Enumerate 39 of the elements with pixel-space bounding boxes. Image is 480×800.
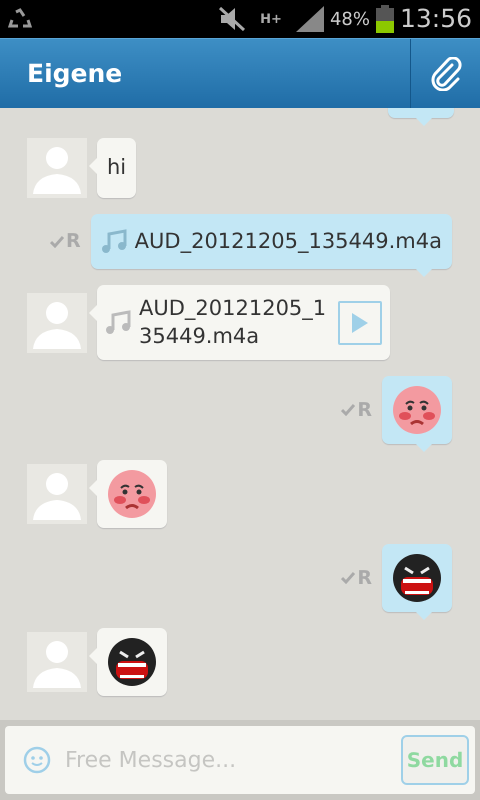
recycle-icon bbox=[8, 8, 32, 30]
message-bubble[interactable]: AUD_20121205_135449.m4a bbox=[90, 214, 452, 270]
angry-face-icon bbox=[391, 552, 443, 604]
check-icon bbox=[50, 236, 64, 248]
bubble-tail bbox=[416, 444, 432, 452]
battery-percent: 48% bbox=[330, 8, 370, 32]
bubble-tail bbox=[416, 612, 432, 620]
clock: 13:56 bbox=[400, 3, 472, 36]
signal-icon bbox=[296, 6, 324, 32]
angry-face-icon bbox=[106, 636, 158, 688]
worried-face-icon bbox=[391, 384, 443, 436]
bubble-tail bbox=[89, 305, 97, 322]
network-type: H+ bbox=[260, 12, 282, 26]
bubble-tail bbox=[89, 648, 97, 664]
message-bubble[interactable]: hi bbox=[97, 138, 136, 198]
audio-file-name: AUD_20121205_135449.m4a bbox=[134, 228, 442, 255]
play-icon bbox=[352, 312, 368, 333]
smiley-icon[interactable] bbox=[23, 746, 51, 774]
bubble-tail bbox=[89, 480, 97, 496]
bubble-tail bbox=[416, 118, 432, 126]
avatar[interactable] bbox=[27, 632, 87, 692]
bubble-tail bbox=[89, 158, 97, 174]
check-icon bbox=[341, 404, 356, 416]
avatar[interactable] bbox=[27, 292, 87, 353]
music-note-icon bbox=[105, 310, 131, 336]
check-icon bbox=[341, 572, 356, 584]
chat-title: Eigene bbox=[26, 58, 124, 90]
play-button[interactable] bbox=[338, 300, 382, 345]
worried-face-icon bbox=[106, 468, 158, 520]
message-bubble[interactable]: AUD_20121205_1 35449.m4a bbox=[97, 285, 390, 360]
avatar[interactable] bbox=[27, 138, 87, 198]
paperclip-icon[interactable] bbox=[430, 56, 462, 90]
audio-file-name: AUD_20121205_1 35449.m4a bbox=[139, 295, 326, 350]
avatar[interactable] bbox=[27, 464, 87, 524]
battery-icon bbox=[376, 5, 394, 33]
music-note-icon bbox=[100, 228, 127, 255]
muted-speaker-icon bbox=[218, 6, 246, 32]
message-text: hi bbox=[107, 155, 126, 180]
bubble-tail bbox=[416, 269, 432, 278]
